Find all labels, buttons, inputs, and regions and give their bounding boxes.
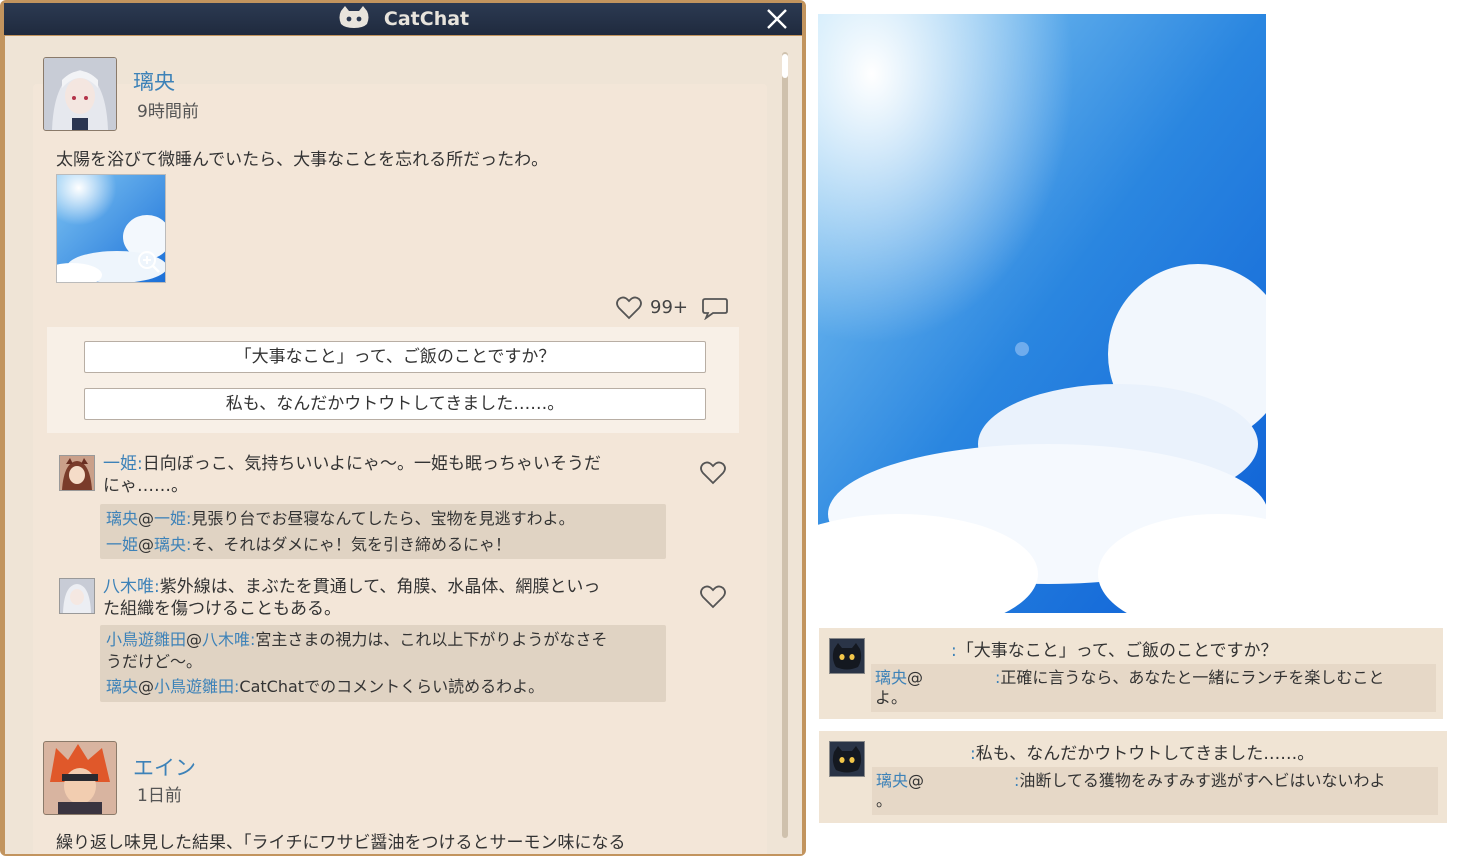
reply-option-2[interactable]: 私も、なんだかウトウトしてきました……。 xyxy=(84,388,706,420)
preview-reply-box: 璃央@:正確に言うなら、あなたと一緒にランチを楽しむこと よ。 xyxy=(871,664,1436,712)
comment-avatar[interactable] xyxy=(59,455,95,491)
reply-options-panel: 「大事なこと」って、ご飯のことですか？ 私も、なんだかウトウトしてきました……。 xyxy=(47,327,739,433)
title-wrap: CatChat xyxy=(4,3,802,35)
sub-reply: 璃央@一姫:見張り台でお昼寝なんてしたら、宝物を見逃すわよ。 xyxy=(106,508,575,530)
sub-reply: 小鳥遊雛田@八木唯:宮主さまの視力は、これ以上下がりようがなさそ うだけど～。 xyxy=(106,629,656,673)
comment-text: 一姫:日向ぼっこ、気持ちいいよにゃ～。一姫も眠っちゃいそうだ にゃ……。 xyxy=(103,453,673,497)
post-author-name[interactable]: 璃央 xyxy=(133,66,175,96)
reply-text: 宮主さまの視力は、これ以上下がりようがなさそ xyxy=(255,630,608,649)
reply-preview-panel: :私も、なんだかウトウトしてきました……。 璃央@:油断してる獲物をみすみす逃が… xyxy=(819,731,1447,823)
player-cat-avatar xyxy=(829,638,865,674)
preview-message: :私も、なんだかウトウトしてきました……。 xyxy=(970,739,1314,764)
post-image-thumbnail[interactable] xyxy=(56,174,166,283)
player-cat-avatar xyxy=(829,741,865,777)
sub-reply: 一姫@璃央:そ、それはダメにゃ！気を引き締めるにゃ！ xyxy=(106,534,511,556)
comment-like-heart-icon[interactable] xyxy=(700,585,726,613)
preview-reply: 璃央@:正確に言うなら、あなたと一緒にランチを楽しむこと よ。 xyxy=(875,668,1430,708)
preview-text: 「大事なこと」って、ご飯のことですか？ xyxy=(956,641,1278,661)
preview-reply-box: 璃央@:油断してる獲物をみすみす逃がすヘビはいないわよ 。 xyxy=(872,767,1438,815)
scrollbar-track[interactable] xyxy=(782,52,788,838)
app-title: CatChat xyxy=(383,8,470,30)
post-timestamp: 9時間前 xyxy=(137,102,199,122)
comment-body-line: 日向ぼっこ、気持ちいいよにゃ～。一姫も眠っちゃいそうだ xyxy=(142,454,602,474)
reply-from: 璃央 xyxy=(875,668,908,687)
at-sign: @ xyxy=(138,677,155,696)
comment-body-line: た組織を傷つけることもある。 xyxy=(103,599,341,619)
cat-logo-icon xyxy=(337,5,371,33)
reply-text: 油断してる獲物をみすみす逃がすヘビはいないわよ xyxy=(1019,771,1386,790)
catchat-window: CatChat 璃央 9時間前 太陽を浴びて微睡んでいたら、大事なことを忘れる所… xyxy=(0,0,806,856)
comment-like-heart-icon[interactable] xyxy=(700,461,726,489)
reply-option-1[interactable]: 「大事なこと」って、ご飯のことですか？ xyxy=(84,341,706,373)
feed-content: 璃央 9時間前 太陽を浴びて微睡んでいたら、大事なことを忘れる所だったわ。 99… xyxy=(5,36,802,854)
comment-body-line: 紫外線は、まぶたを貫通して、角膜、水晶体、網膜といっ xyxy=(159,577,601,597)
reply-text: よ。 xyxy=(875,688,908,707)
like-heart-icon[interactable] xyxy=(616,296,642,324)
reply-from: 璃央 xyxy=(876,771,909,790)
reply-preview-panel: :「大事なこと」って、ご飯のことですか？ 璃央@:正確に言うなら、あなたと一緒に… xyxy=(819,628,1443,719)
title-bar: CatChat xyxy=(4,3,802,35)
comment-text: 八木唯:紫外線は、まぶたを貫通して、角膜、水晶体、網膜といっ た組織を傷つけるこ… xyxy=(103,576,673,620)
reply-from[interactable]: 一姫 xyxy=(106,535,138,554)
reply-to[interactable]: 小鳥遊雛田: xyxy=(154,677,239,696)
sub-replies: 小鳥遊雛田@八木唯:宮主さまの視力は、これ以上下がりようがなさそ うだけど～。 … xyxy=(100,625,666,702)
author-avatar[interactable] xyxy=(43,741,117,815)
close-icon xyxy=(767,9,787,29)
reply-to[interactable]: 一姫: xyxy=(154,509,191,528)
comment-username[interactable]: 一姫: xyxy=(103,454,143,474)
at-sign: @ xyxy=(186,630,203,649)
at-sign: @ xyxy=(907,668,924,687)
reply-text: 見張り台でお昼寝なんてしたら、宝物を見逃すわよ。 xyxy=(191,509,575,528)
reply-text: 。 xyxy=(876,791,893,810)
post-body-text: 太陽を浴びて微睡んでいたら、大事なことを忘れる所だったわ。 xyxy=(56,150,549,170)
scrollbar-thumb[interactable] xyxy=(782,54,788,78)
expanded-sky-image xyxy=(818,14,1266,613)
post-body-text: 繰り返し味見した結果、「ライチにワサビ醤油をつけるとサーモン味になる xyxy=(56,833,626,853)
comment-body-line: にゃ……。 xyxy=(103,476,188,496)
at-sign: @ xyxy=(138,509,155,528)
reply-text: うだけど～。 xyxy=(106,652,203,671)
author-avatar[interactable] xyxy=(43,57,117,131)
post-timestamp: 1日前 xyxy=(137,786,182,806)
reply-text: 正確に言うなら、あなたと一緒にランチを楽しむこと xyxy=(1000,668,1385,687)
reply-from[interactable]: 璃央 xyxy=(106,509,138,528)
preview-message: :「大事なこと」って、ご飯のことですか？ xyxy=(951,636,1278,661)
comment-bubble-icon[interactable] xyxy=(701,296,729,324)
comment-username[interactable]: 八木唯: xyxy=(103,577,160,597)
reply-to[interactable]: 璃央: xyxy=(154,535,191,554)
sub-reply: 璃央@小鳥遊雛田:CatChatでのコメントくらい読めるわよ。 xyxy=(106,676,544,698)
post-author-name[interactable]: エイン xyxy=(133,752,196,782)
reply-text: そ、それはダメにゃ！気を引き締めるにゃ！ xyxy=(191,535,511,554)
sub-replies: 璃央@一姫:見張り台でお昼寝なんてしたら、宝物を見逃すわよ。 一姫@璃央:そ、そ… xyxy=(100,504,666,559)
comment-avatar[interactable] xyxy=(59,578,95,614)
reply-from[interactable]: 小鳥遊雛田 xyxy=(106,630,186,649)
reply-text: CatChatでのコメントくらい読めるわよ。 xyxy=(239,677,545,696)
at-sign: @ xyxy=(908,771,925,790)
reply-from[interactable]: 璃央 xyxy=(106,677,138,696)
reply-to[interactable]: 八木唯: xyxy=(202,630,255,649)
zoom-in-icon[interactable] xyxy=(137,250,161,278)
close-button[interactable] xyxy=(766,8,788,30)
at-sign: @ xyxy=(138,535,155,554)
preview-reply: 璃央@:油断してる獲物をみすみす逃がすヘビはいないわよ 。 xyxy=(876,771,1432,811)
preview-text: 私も、なんだかウトウトしてきました……。 xyxy=(975,744,1315,764)
like-count: 99+ xyxy=(650,297,688,318)
